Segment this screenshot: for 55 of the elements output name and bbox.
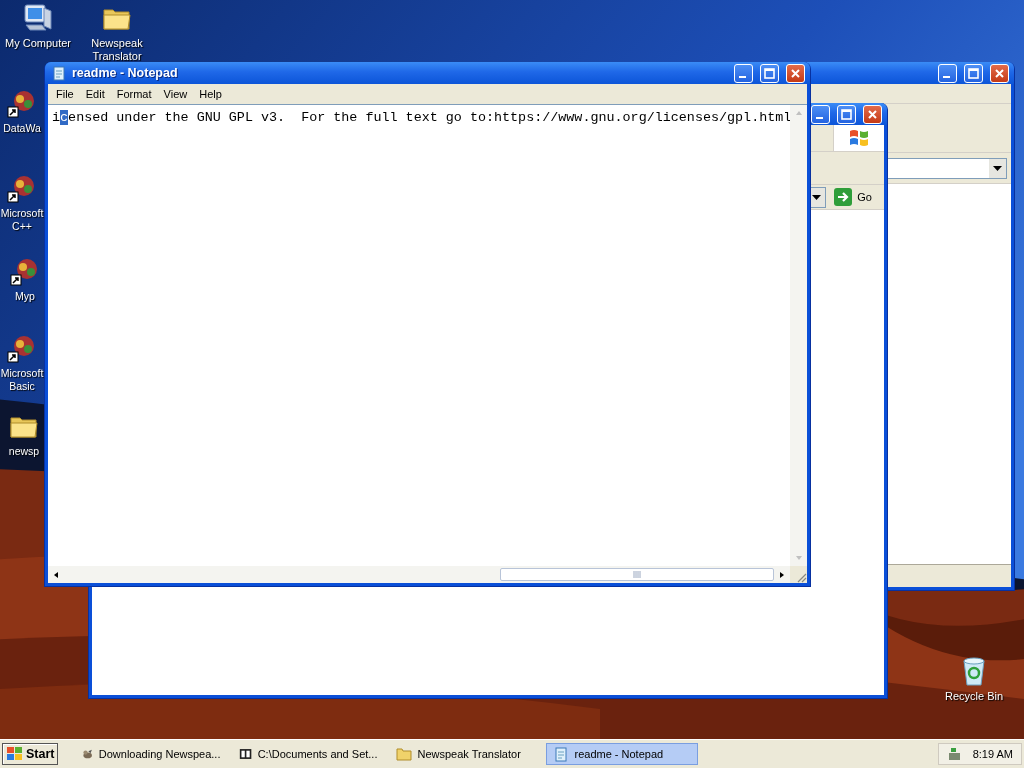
maximize-button[interactable] <box>964 63 983 83</box>
minimize-icon <box>738 76 746 78</box>
scroll-right-arrow-icon[interactable] <box>778 570 786 579</box>
menu-item[interactable]: Help <box>193 88 228 100</box>
icon-label[interactable]: Recycle Bin <box>944 690 1004 703</box>
menu-item[interactable]: Format <box>110 88 158 100</box>
close-icon <box>994 67 1005 79</box>
icon-label[interactable]: My Computer <box>5 37 71 50</box>
minimize-button[interactable] <box>811 104 830 124</box>
taskbar-button[interactable]: Downloading Newspea... <box>75 743 228 765</box>
icon-label[interactable]: Microsoft C++ <box>0 207 44 233</box>
text-line: icensed under the GNU GPL v3. For the full text go to:https://www.gnu.org/licenses/gpl.html <box>52 110 790 125</box>
icon-label[interactable]: Microsoft Basic <box>0 367 44 393</box>
maximize-button[interactable] <box>837 104 856 124</box>
notepad-icon <box>553 746 570 762</box>
icon-label[interactable]: newsp <box>8 445 40 458</box>
windows-flag-icon <box>6 746 24 762</box>
close-button[interactable] <box>786 63 805 83</box>
taskbar-button[interactable]: C:\Documents and Set... <box>232 743 385 765</box>
go-button[interactable]: Go <box>832 188 874 206</box>
close-button[interactable] <box>863 104 882 124</box>
menu-item[interactable]: File <box>50 88 80 100</box>
resize-grip-icon[interactable] <box>795 571 807 583</box>
icon-label[interactable]: DataWa <box>3 122 41 135</box>
scroll-thumb[interactable] <box>500 568 774 581</box>
grip-lines-icon <box>633 571 641 578</box>
close-button[interactable] <box>990 63 1009 83</box>
caret-icon <box>812 194 822 200</box>
maximize-button[interactable] <box>760 63 779 83</box>
maximize-icon <box>968 67 979 79</box>
caret-icon <box>993 165 1002 171</box>
horizontal-scrollbar[interactable] <box>48 566 790 583</box>
computer-icon <box>22 2 54 34</box>
dropdown-field[interactable] <box>887 157 1007 179</box>
taskbar-button[interactable]: readme - Notepad <box>546 743 699 765</box>
menu-item[interactable]: Edit <box>79 88 111 100</box>
close-icon <box>790 67 801 79</box>
minimize-button[interactable] <box>734 63 753 83</box>
icon-label[interactable]: Myp <box>15 290 35 303</box>
folder-icon <box>396 746 413 762</box>
maximize-icon <box>764 67 775 79</box>
minimize-icon <box>815 117 823 119</box>
windows-logo-icon <box>849 128 869 148</box>
clock: 8:19 AM <box>972 748 1013 760</box>
minimize-button[interactable] <box>938 63 957 83</box>
window-title: readme - Notepad <box>72 66 179 80</box>
close-icon <box>867 108 878 120</box>
start-button[interactable]: Start <box>2 743 59 765</box>
minimize-icon <box>942 76 950 78</box>
maximize-icon <box>841 108 852 120</box>
icon-label[interactable]: Newspeak Translator <box>78 37 156 63</box>
menu-item[interactable]: View <box>157 88 194 100</box>
taskbar-button[interactable]: Newspeak Translator <box>389 743 542 765</box>
notepad-icon <box>51 65 67 81</box>
scroll-left-arrow-icon[interactable] <box>52 570 60 579</box>
